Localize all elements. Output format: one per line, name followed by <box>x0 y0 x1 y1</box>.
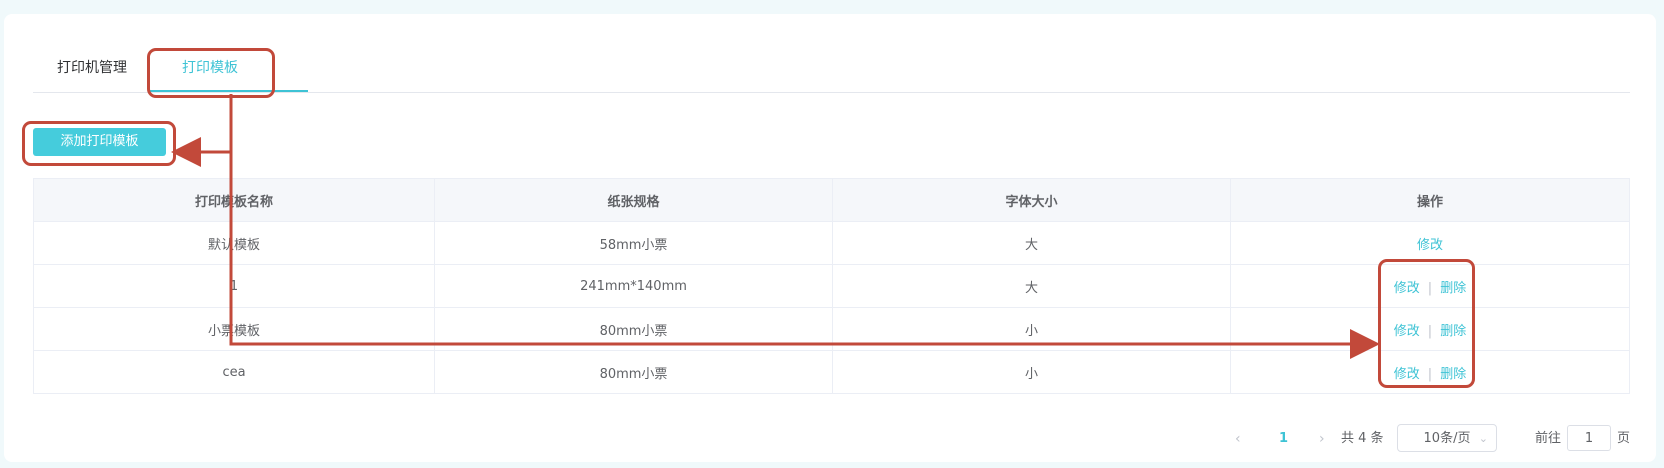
goto-page-input[interactable] <box>1567 425 1611 451</box>
tab-bar: 打印机管理 打印模板 <box>33 44 1630 93</box>
cell-template-name: 默认模板 <box>33 221 435 265</box>
edit-link[interactable]: 修改 <box>1394 324 1420 339</box>
table-row: 1 241mm*140mm 大 修改 | 删除 <box>33 264 1630 308</box>
cell-font-size: 大 <box>832 221 1231 265</box>
goto-label: 前往 <box>1535 431 1562 446</box>
action-separator: | <box>1427 280 1433 296</box>
column-header-actions: 操作 <box>1230 178 1630 222</box>
action-separator: | <box>1427 323 1433 339</box>
cell-template-name: 1 <box>33 264 435 308</box>
column-header-paper: 纸张规格 <box>434 178 833 222</box>
edit-link[interactable]: 修改 <box>1394 367 1420 382</box>
cell-actions: 修改 | 删除 <box>1230 350 1630 394</box>
cell-font-size: 小 <box>832 350 1231 394</box>
cell-font-size: 大 <box>832 264 1231 308</box>
delete-link[interactable]: 删除 <box>1440 281 1466 296</box>
cell-paper-size: 80mm小票 <box>434 307 833 351</box>
tab-print-templates[interactable]: 打印模板 <box>182 44 238 92</box>
cell-paper-size: 241mm*140mm <box>434 264 833 308</box>
table-row: cea 80mm小票 小 修改 | 删除 <box>33 350 1630 394</box>
column-header-font-size: 字体大小 <box>832 178 1231 222</box>
cell-template-name: cea <box>33 350 435 394</box>
chevron-left-icon[interactable]: ‹ <box>1235 424 1241 454</box>
cell-paper-size: 58mm小票 <box>434 221 833 265</box>
active-tab-indicator <box>148 90 308 92</box>
template-table: 打印模板名称 纸张规格 字体大小 操作 默认模板 58mm小票 大 修改 1 2… <box>33 178 1630 394</box>
table-row: 默认模板 58mm小票 大 修改 <box>33 221 1630 265</box>
goto-suffix-label: 页 <box>1617 431 1631 446</box>
tab-printer-management[interactable]: 打印机管理 <box>57 44 127 92</box>
table-row: 小票模板 80mm小票 小 修改 | 删除 <box>33 307 1630 351</box>
cell-font-size: 小 <box>832 307 1231 351</box>
chevron-right-icon[interactable]: › <box>1319 424 1325 454</box>
edit-link[interactable]: 修改 <box>1394 281 1420 296</box>
cell-actions: 修改 | 删除 <box>1230 264 1630 308</box>
cell-actions: 修改 | 删除 <box>1230 307 1630 351</box>
column-header-name: 打印模板名称 <box>33 178 435 222</box>
cell-template-name: 小票模板 <box>33 307 435 351</box>
table-header-row: 打印模板名称 纸张规格 字体大小 操作 <box>33 178 1630 222</box>
page-size-select[interactable]: 10条/页 ⌄ <box>1397 424 1497 452</box>
edit-link[interactable]: 修改 <box>1417 238 1443 253</box>
delete-link[interactable]: 删除 <box>1440 324 1466 339</box>
total-count: 共 4 条 <box>1341 431 1384 446</box>
action-separator: | <box>1427 366 1433 382</box>
cell-paper-size: 80mm小票 <box>434 350 833 394</box>
page-size-value: 10条/页 <box>1423 431 1471 446</box>
cell-actions: 修改 <box>1230 221 1630 265</box>
add-print-template-button[interactable]: 添加打印模板 <box>33 128 166 156</box>
page-number-current[interactable]: 1 <box>1279 424 1288 454</box>
chevron-down-icon: ⌄ <box>1478 432 1488 445</box>
delete-link[interactable]: 删除 <box>1440 367 1466 382</box>
